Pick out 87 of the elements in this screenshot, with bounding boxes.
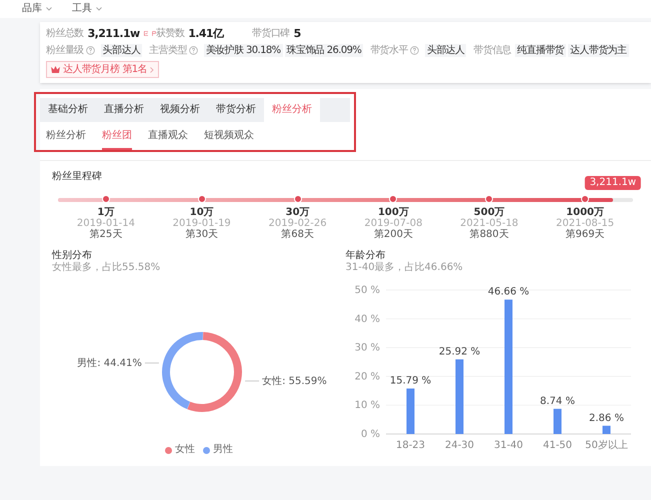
attribute-tag: 纯直播带货 <box>515 44 566 57</box>
axis-category-label: 24-30 <box>444 440 474 451</box>
milestone-day: 第880天 <box>470 229 509 240</box>
attribute-tag: 头部达人 <box>424 44 466 57</box>
legend-label: 女性 <box>174 444 195 456</box>
milestone-date: 2021-05-18 <box>460 218 518 229</box>
rank-label: 达人带货月榜 <box>63 63 120 76</box>
milestone-day: 第969天 <box>566 229 605 240</box>
axis-tick-label: 20 % <box>354 371 380 382</box>
chevron-down-icon <box>46 7 52 11</box>
milestone-date: 2019-07-08 <box>364 218 422 229</box>
chevron-right-icon <box>150 66 154 72</box>
slice-label: 女性: 55.59% <box>262 376 327 387</box>
milestone-date: 2019-02-26 <box>268 218 327 229</box>
axis-tick-label: 50 % <box>354 285 380 296</box>
section-subtitle: 女性最多，占比55.58% <box>52 262 162 274</box>
attribute-label: 带货水平 <box>370 44 408 57</box>
axis-tick-label: 0 % <box>360 429 380 440</box>
attribute-label: 带货信息 <box>473 44 512 57</box>
axis-category-label: 41-50 <box>542 440 572 451</box>
section-title: 年龄分布 <box>346 250 386 262</box>
stat-value: 1.41亿 <box>188 27 224 40</box>
section-title: 性别分布 <box>52 250 93 262</box>
crown-icon <box>51 66 60 73</box>
sub-tab[interactable]: 直播观众 <box>148 130 188 150</box>
attribute-tag: 美妆护肤 30.18% <box>204 44 283 57</box>
attribute-tag: 头部达人 <box>100 44 142 57</box>
stat-value: 5 <box>294 27 301 40</box>
milestone-value: 500万 <box>474 207 505 218</box>
tab[interactable]: 基础分析 <box>40 98 96 122</box>
attribute-label: 粉丝量级 <box>46 44 84 57</box>
slice-label: 男性: 44.41% <box>77 358 142 370</box>
bar-value-label: 15.79 % <box>389 376 431 387</box>
axis-category-label: 18-23 <box>395 440 425 451</box>
legend-label: 男性 <box>212 444 233 456</box>
milestone-date: 2021-08-15 <box>556 218 614 229</box>
sub-tab[interactable]: 粉丝分析 <box>46 130 86 150</box>
milestone-day: 第200天 <box>374 229 413 240</box>
current-value-badge: 3,211.1w <box>584 176 642 190</box>
milestone-day: 第68天 <box>281 229 314 240</box>
milestone-value: 10万 <box>190 207 214 218</box>
milestone-value: 30万 <box>286 207 310 218</box>
milestone-day: 第30天 <box>185 229 218 240</box>
sub-tab[interactable]: 粉丝团 <box>102 130 132 150</box>
help-icon[interactable] <box>410 46 419 55</box>
help-icon[interactable] <box>86 46 95 55</box>
help-icon[interactable] <box>188 46 198 55</box>
attribute-tag: 达人带货为主 <box>568 44 629 57</box>
milestone-value: 1000万 <box>566 207 604 218</box>
stat-label: 粉丝总数 <box>46 27 84 40</box>
rank-badge[interactable]: 达人带货月榜 第1名 <box>46 61 159 78</box>
nav-link[interactable]: 品库 <box>22 4 52 14</box>
tab[interactable]: 带货分析 <box>208 98 264 122</box>
axis-tick-label: 10 % <box>354 400 380 412</box>
axis-tick-label: 40 % <box>354 314 380 325</box>
chevron-down-icon <box>96 7 102 11</box>
stat-value: 3,211.1w <box>88 27 140 40</box>
stat-label: 获赞数 <box>156 27 184 40</box>
tab[interactable]: 视频分析 <box>152 98 208 122</box>
tab[interactable]: 粉丝分析 <box>264 98 320 122</box>
milestone-value: 1万 <box>97 207 114 218</box>
bar-value-label: 2.86 % <box>588 412 624 424</box>
bar-value-label: 25.92 % <box>438 346 480 358</box>
bar <box>553 408 561 434</box>
section-title: 粉丝里程碑 <box>52 171 102 183</box>
tab[interactable]: 直播分析 <box>96 98 152 122</box>
rank-value: 第1名 <box>122 63 147 76</box>
axis-category-label: 50岁以上 <box>584 440 628 451</box>
nav-link[interactable]: 工具 <box>72 4 102 14</box>
attribute-tag: 珠宝饰品 26.09% <box>284 44 364 57</box>
axis-tick-label: 30 % <box>354 342 380 354</box>
bar <box>602 426 610 434</box>
milestone-date: 2019-01-19 <box>172 218 231 229</box>
axis-category-label: 31-40 <box>493 440 523 451</box>
bar-value-label: 46.66 % <box>487 286 529 298</box>
bar <box>406 388 414 434</box>
leader-line <box>144 362 160 364</box>
bar-value-label: 8.74 % <box>540 396 574 407</box>
leader-line <box>244 380 260 382</box>
sub-tab[interactable]: 短视频观众 <box>204 130 254 150</box>
milestone-day: 第25天 <box>90 229 122 240</box>
section-subtitle: 31-40最多，占比46.66% <box>346 262 464 274</box>
chart-icon[interactable] <box>144 29 148 38</box>
stat-label: 带货口碑 <box>252 27 290 40</box>
milestone-value: 100万 <box>378 207 409 218</box>
attribute-label: 主营类型 <box>149 44 187 57</box>
milestone-date: 2019-01-14 <box>76 218 135 229</box>
